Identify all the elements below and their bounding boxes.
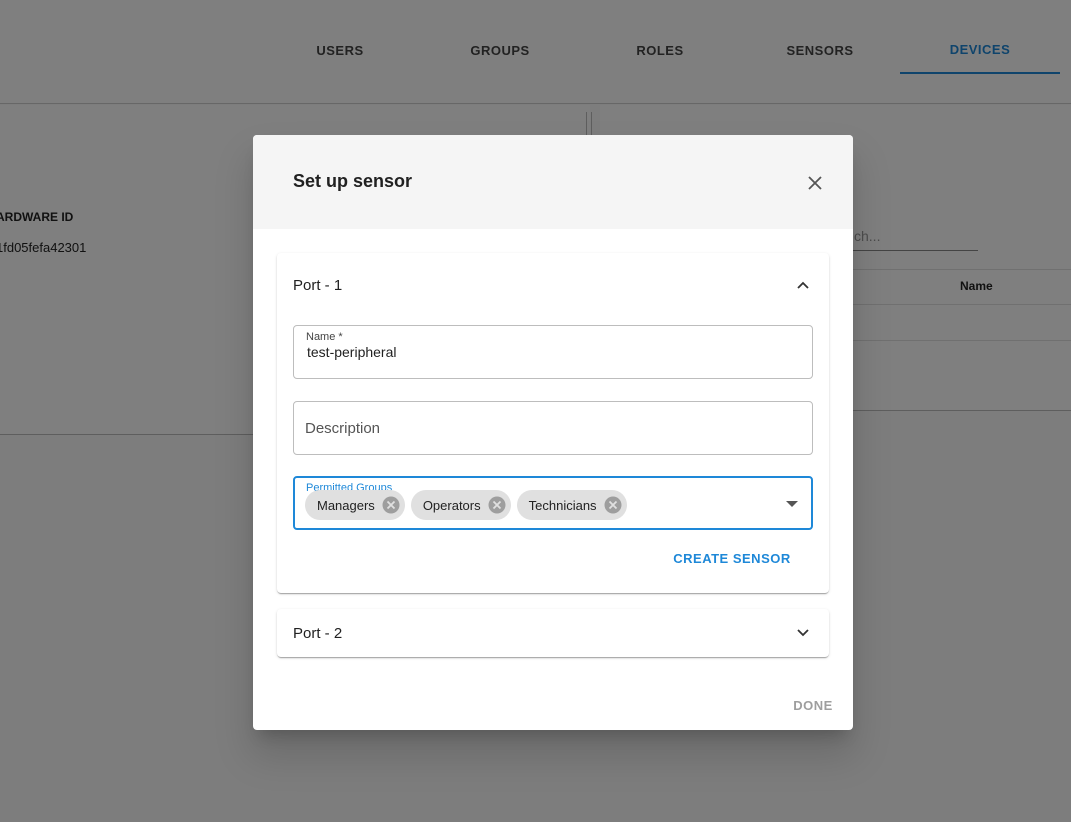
cancel-circle-icon[interactable]	[603, 495, 623, 515]
port-1-panel: Port - 1 Name * test-peripheral Descript…	[277, 253, 829, 593]
cancel-circle-icon[interactable]	[381, 495, 401, 515]
port-2-header[interactable]: Port - 2	[277, 609, 829, 657]
done-button[interactable]: DONE	[783, 690, 843, 720]
chevron-down-icon[interactable]	[791, 621, 815, 645]
chip-technicians[interactable]: Technicians	[516, 490, 627, 520]
chip-operators[interactable]: Operators	[410, 490, 511, 520]
name-field[interactable]: Name * test-peripheral	[293, 325, 813, 379]
chip-label: Operators	[422, 497, 481, 513]
dialog-header: Set up sensor	[253, 135, 853, 229]
close-icon	[808, 176, 822, 190]
cancel-circle-icon[interactable]	[487, 495, 507, 515]
chip-label: Managers	[317, 497, 375, 513]
group-chips: Managers Operators Technicians	[305, 490, 627, 520]
caret-down-icon[interactable]	[785, 497, 799, 511]
port-1-title: Port - 1	[293, 277, 343, 294]
description-input[interactable]: Description	[305, 420, 380, 437]
close-button[interactable]	[803, 171, 827, 195]
port-2-title: Port - 2	[293, 625, 343, 642]
port-1-header[interactable]: Port - 1	[277, 253, 829, 317]
name-field-label: Name *	[302, 331, 347, 345]
chip-managers[interactable]: Managers	[305, 490, 405, 520]
create-sensor-button[interactable]: CREATE SENSOR	[667, 543, 797, 573]
port-2-panel[interactable]: Port - 2	[277, 609, 829, 657]
name-input[interactable]: test-peripheral	[307, 344, 797, 360]
chevron-up-icon[interactable]	[791, 273, 815, 297]
permitted-groups-field[interactable]: Permitted Groups Managers Operators Tech…	[293, 476, 813, 530]
dialog-title: Set up sensor	[293, 171, 413, 191]
setup-sensor-dialog: Set up sensor Port - 1 Name * test-perip…	[253, 135, 853, 730]
chip-label: Technicians	[528, 497, 597, 513]
description-field[interactable]: Description	[293, 401, 813, 455]
